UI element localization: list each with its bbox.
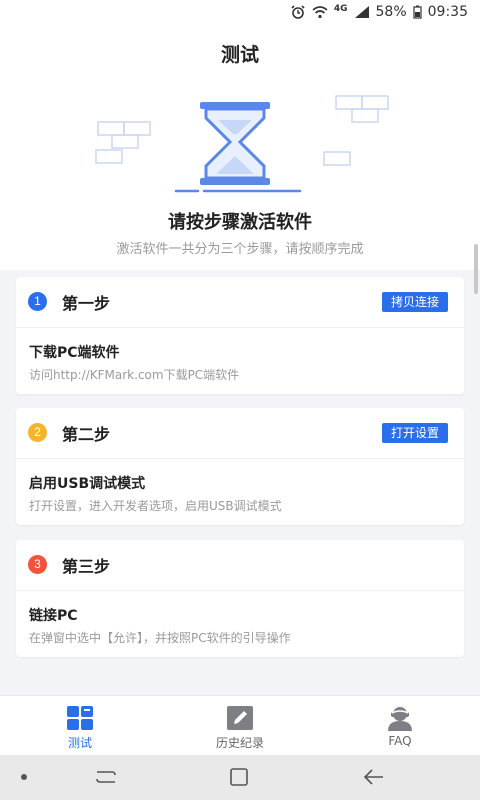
pencil-icon [227, 706, 253, 730]
step-item-title: 下载PC端软件 [29, 345, 120, 361]
step-card-header: 3 第三步 [16, 540, 464, 591]
step-item-description: 访问http://KFMark.com下载PC端软件 [29, 368, 240, 382]
grid-icon [67, 706, 93, 730]
nav-item-history[interactable]: 历史纪录 [160, 696, 320, 756]
step-card-3: 3 第三步 链接PC 在弹窗中选中【允许】，并按照PC软件的引导操作 [16, 540, 464, 657]
recent-apps-icon[interactable] [94, 766, 118, 788]
hourglass-illustration [95, 95, 389, 193]
step-item-description: 在弹窗中选中【允许】，并按照PC软件的引导操作 [29, 631, 291, 645]
battery-percent: 58% [375, 4, 407, 20]
network-type-label: 4G [333, 4, 348, 14]
step-number-badge: 1 [28, 292, 47, 311]
dot-icon[interactable] [20, 773, 28, 781]
support-agent-icon [388, 707, 412, 731]
bottom-nav: 测试 历史纪录 FAQ [0, 695, 480, 755]
scrollbar-thumb[interactable] [474, 244, 478, 294]
step-card-body: 下载PC端软件 访问http://KFMark.com下载PC端软件 [16, 328, 464, 394]
clock: 09:35 [427, 4, 468, 20]
battery-icon [413, 5, 422, 19]
step-card-1: 1 第一步 拷贝连接 下载PC端软件 访问http://KFMark.com下载… [16, 277, 464, 394]
step-card-body: 启用USB调试模式 打开设置，进入开发者选项，启用USB调试模式 [16, 459, 464, 525]
step-card-body: 链接PC 在弹窗中选中【允许】，并按照PC软件的引导操作 [16, 591, 464, 657]
status-bar: 4G 58% 09:35 [0, 0, 480, 24]
step-item-description: 打开设置，进入开发者选项，启用USB调试模式 [29, 499, 282, 513]
hero-title: 请按步骤激活软件 [168, 212, 312, 233]
page-title: 测试 [220, 44, 259, 66]
step-card-header: 2 第二步 打开设置 [16, 408, 464, 459]
signal-icon [354, 6, 369, 18]
hero-subtitle: 激活软件一共分为三个步骤，请按顺序完成 [116, 242, 364, 257]
step-card-header: 1 第一步 拷贝连接 [16, 277, 464, 328]
step-card-2: 2 第二步 打开设置 启用USB调试模式 打开设置，进入开发者选项，启用USB调… [16, 408, 464, 525]
home-icon[interactable] [228, 766, 250, 788]
step-title: 第一步 [62, 294, 111, 313]
wifi-icon [312, 6, 328, 19]
step-item-title: 启用USB调试模式 [29, 476, 146, 492]
back-icon[interactable] [362, 766, 386, 788]
nav-label: FAQ [388, 734, 412, 748]
step-number-badge: 3 [28, 555, 47, 574]
nav-label: 测试 [67, 736, 92, 750]
system-nav-bar [0, 755, 480, 800]
nav-label: 历史纪录 [215, 736, 264, 750]
open-settings-button[interactable]: 打开设置 [381, 423, 448, 443]
copy-link-button[interactable]: 拷贝连接 [381, 292, 448, 312]
step-title: 第三步 [62, 557, 111, 576]
alarm-icon [291, 5, 305, 19]
step-title: 第二步 [62, 425, 111, 444]
nav-item-faq[interactable]: FAQ [320, 696, 480, 756]
activation-header: 测试 请按步骤激活软件 激活软件一共分为三个步骤，请按顺序完成 [0, 24, 480, 294]
nav-item-test[interactable]: 测试 [0, 696, 160, 756]
step-item-title: 链接PC [29, 608, 78, 624]
step-number-badge: 2 [28, 423, 47, 442]
